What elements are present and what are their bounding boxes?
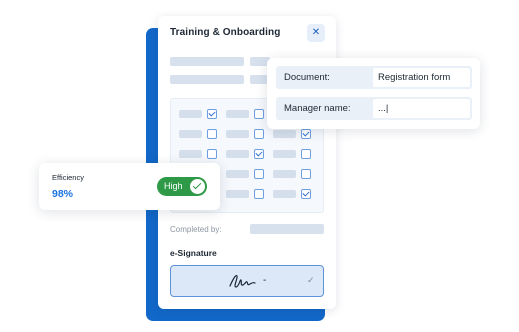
- close-icon[interactable]: ✕: [307, 24, 325, 42]
- checklist-checkbox[interactable]: [301, 149, 311, 159]
- manager-name-field[interactable]: ...|: [373, 99, 470, 118]
- panel-title: Training & Onboarding: [170, 27, 281, 38]
- checklist-checkbox[interactable]: [254, 109, 264, 119]
- efficiency-toggle[interactable]: High: [157, 177, 207, 196]
- checklist-cell-bar: [179, 130, 202, 138]
- signature-dash: -: [263, 275, 267, 286]
- checklist-cell-bar: [226, 150, 249, 158]
- document-card: Document: Registration form Manager name…: [267, 58, 480, 129]
- checklist-checkbox[interactable]: [301, 189, 311, 199]
- check-icon: ✓: [307, 275, 315, 285]
- efficiency-card: Efficiency 98% High: [39, 163, 220, 210]
- checklist-cell-bar: [273, 170, 296, 178]
- checklist-cell-bar: [179, 150, 202, 158]
- manager-row: Manager name: ...|: [276, 97, 472, 120]
- checklist-cell-bar: [226, 110, 249, 118]
- document-label: Document:: [284, 72, 330, 83]
- completed-by-field[interactable]: [250, 224, 324, 234]
- checklist-checkbox[interactable]: [301, 129, 311, 139]
- document-row: Document: Registration form: [276, 66, 472, 89]
- checklist-cell-bar: [273, 150, 296, 158]
- efficiency-label: Efficiency: [52, 173, 84, 182]
- checklist-cell-bar: [273, 130, 296, 138]
- placeholder-bar: [170, 75, 244, 84]
- checklist-cell-bar: [226, 130, 249, 138]
- manager-label: Manager name:: [284, 103, 351, 114]
- checklist-cell-bar: [273, 190, 296, 198]
- checklist-checkbox[interactable]: [207, 149, 217, 159]
- checklist-checkbox[interactable]: [301, 169, 311, 179]
- checklist-cell-bar: [226, 190, 249, 198]
- checklist-cell-bar: [226, 170, 249, 178]
- checklist-checkbox[interactable]: [207, 109, 217, 119]
- document-field[interactable]: Registration form: [373, 68, 470, 87]
- efficiency-value: 98%: [52, 188, 74, 200]
- toggle-label: High: [164, 181, 183, 191]
- completed-by-label: Completed by:: [170, 225, 222, 234]
- placeholder-bar: [170, 57, 244, 66]
- checklist-checkbox[interactable]: [254, 169, 264, 179]
- check-icon: [190, 179, 205, 194]
- esignature-label: e-Signature: [170, 248, 217, 258]
- checklist-cell-bar: [179, 110, 202, 118]
- checklist-checkbox[interactable]: [254, 149, 264, 159]
- checklist-checkbox[interactable]: [207, 129, 217, 139]
- checklist-checkbox[interactable]: [254, 189, 264, 199]
- signature-scribble: [229, 274, 256, 288]
- checklist-checkbox[interactable]: [254, 129, 264, 139]
- signature-field[interactable]: - ✓: [170, 265, 324, 297]
